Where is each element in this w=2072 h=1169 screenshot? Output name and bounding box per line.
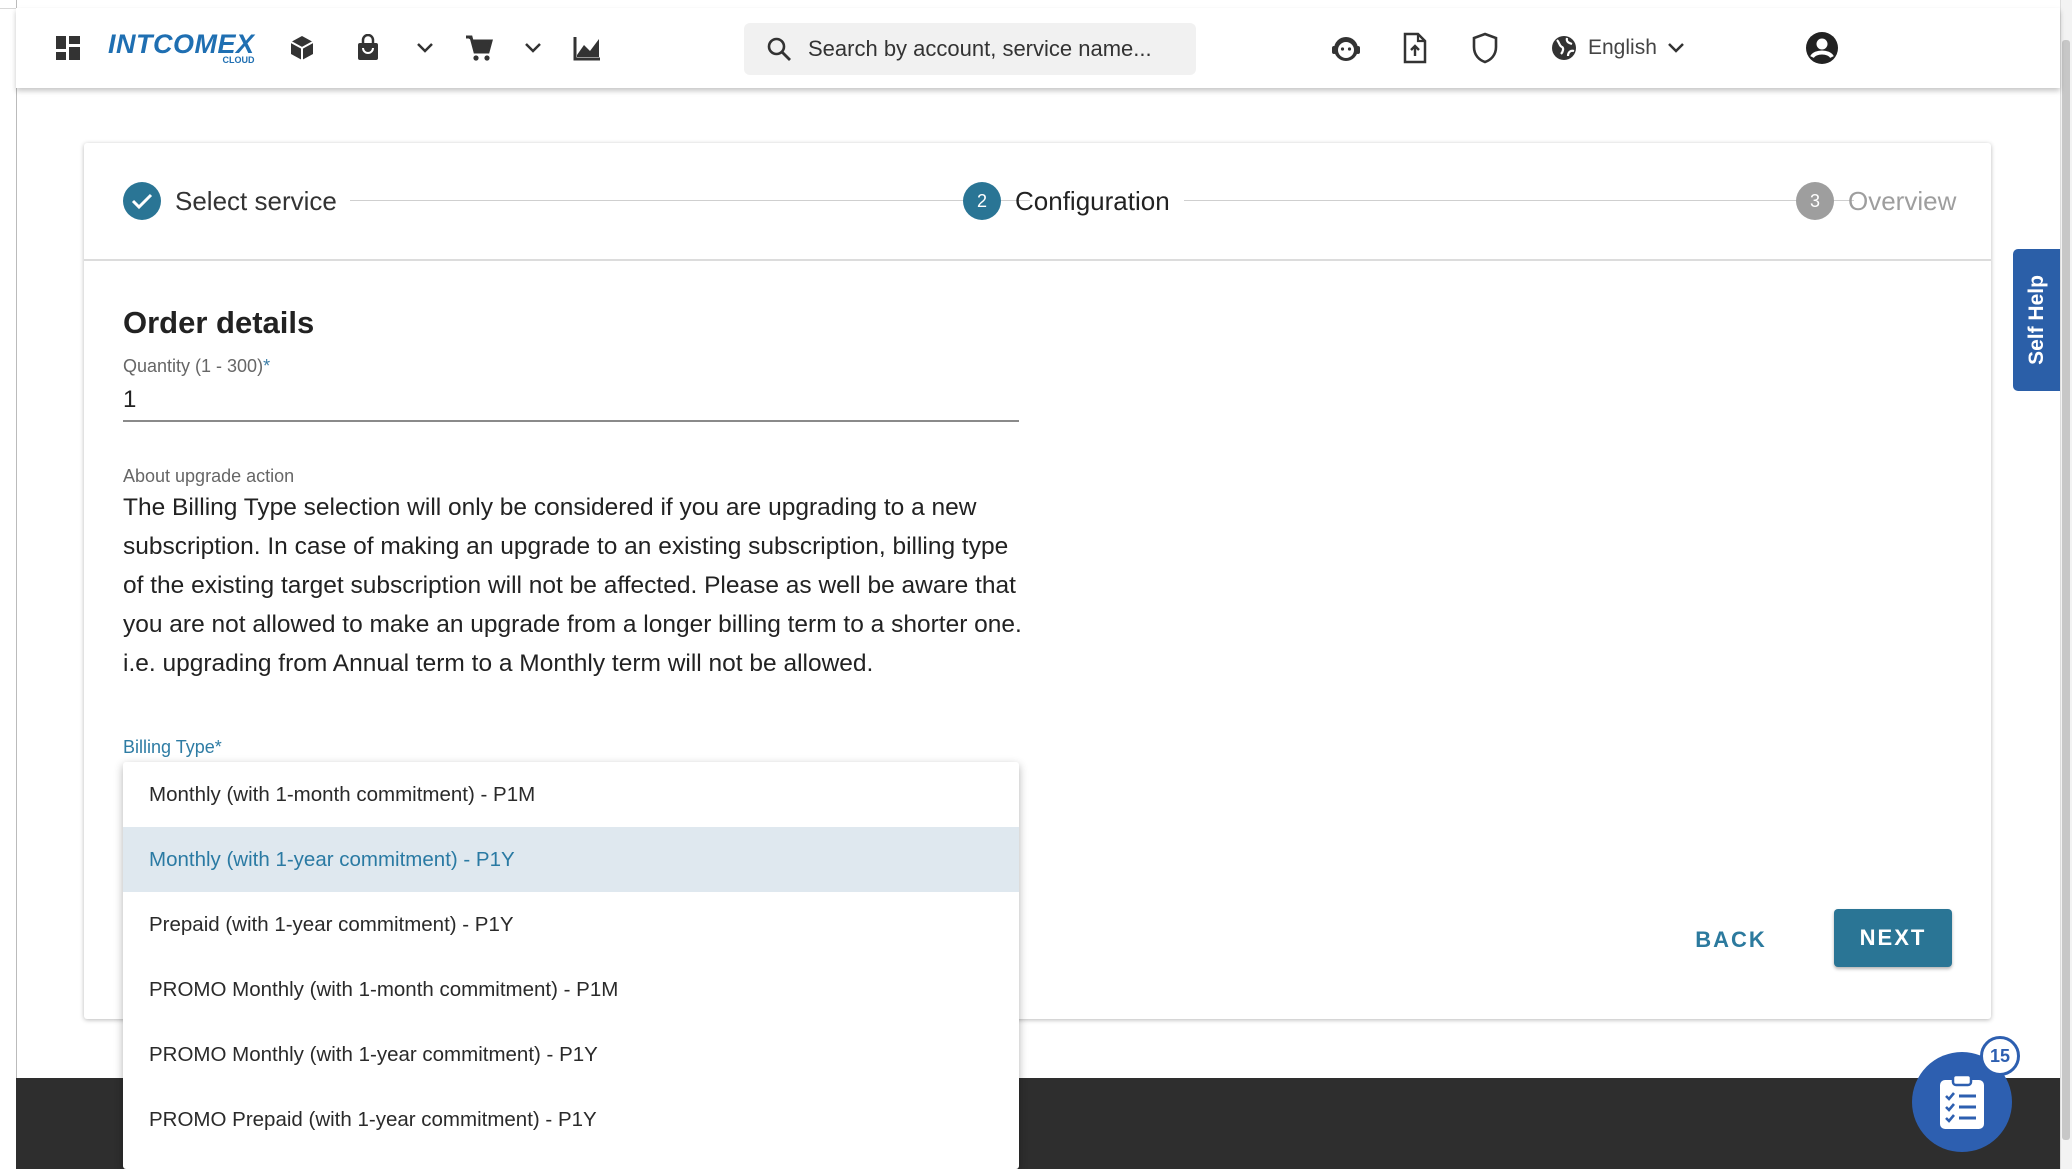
- billing-option-selected[interactable]: Monthly (with 1-year commitment) - P1Y: [123, 827, 1019, 892]
- search-input[interactable]: Search by account, service name...: [744, 23, 1196, 75]
- back-button[interactable]: BACK: [1666, 911, 1796, 969]
- step-configuration[interactable]: 2 Configuration: [963, 181, 1170, 221]
- quantity-label-text: Quantity (1 - 300): [123, 356, 264, 376]
- billing-option[interactable]: Prepaid (with 1-year commitment) - P1Y: [123, 892, 1019, 957]
- billing-option[interactable]: PROMO Prepaid (with 1-year commitment) -…: [123, 1087, 1019, 1152]
- search-placeholder: Search by account, service name...: [808, 36, 1152, 61]
- step-number: 2: [963, 182, 1001, 220]
- language-selector[interactable]: English: [1550, 8, 1685, 88]
- step-select-service[interactable]: Select service: [123, 181, 337, 221]
- required-mark: *: [263, 356, 271, 376]
- self-help-tab[interactable]: Self Help: [2013, 249, 2061, 391]
- globe-icon: [1552, 36, 1576, 60]
- self-help-label: Self Help: [2025, 275, 2049, 365]
- logo-text: INTCOMEX: [108, 29, 255, 59]
- language-label: English: [1588, 36, 1657, 59]
- quantity-label: Quantity (1 - 300)*: [123, 356, 270, 377]
- billing-type-label: Billing Type*: [123, 737, 222, 757]
- step-overview[interactable]: 3 Overview: [1796, 181, 1956, 221]
- account-circle-icon[interactable]: [1802, 8, 1842, 88]
- chart-icon[interactable]: [570, 8, 604, 88]
- check-icon: [123, 182, 161, 220]
- about-upgrade-label: About upgrade action: [123, 466, 295, 486]
- stepper: Select service 2 Configuration 3 Overvie…: [84, 143, 1991, 261]
- step-label: Select service: [175, 185, 337, 216]
- step-number: 3: [1796, 182, 1834, 220]
- apps-grid-icon[interactable]: [50, 8, 86, 88]
- intcomex-cloud-logo[interactable]: INTCOMEX CLOUD: [108, 30, 255, 70]
- top-nav-bar: INTCOMEX CLOUD Search by account, servic…: [16, 8, 2060, 88]
- billing-option[interactable]: PROMO Monthly (with 1-year commitment) -…: [123, 1022, 1019, 1087]
- billing-type-dropdown: Monthly (with 1-month commitment) - P1M …: [123, 762, 1019, 1169]
- box-icon[interactable]: [286, 8, 318, 88]
- step-label: Configuration: [1015, 185, 1170, 216]
- support-agent-icon[interactable]: [1327, 8, 1365, 88]
- chevron-down-icon[interactable]: [520, 8, 546, 88]
- cart-icon[interactable]: [462, 8, 496, 88]
- file-upload-icon[interactable]: [1398, 8, 1432, 88]
- search-icon: [767, 37, 791, 61]
- tasks-count-badge: 15: [1980, 1036, 2020, 1076]
- logo-subtext: CLOUD: [222, 55, 255, 65]
- quantity-field-underline: [123, 420, 1019, 422]
- chevron-down-icon[interactable]: [412, 8, 438, 88]
- section-title: Order details: [123, 305, 315, 340]
- clipboard-checklist-icon: [1940, 1073, 1984, 1129]
- next-button[interactable]: NEXT: [1834, 909, 1952, 967]
- about-upgrade-text: The Billing Type selection will only be …: [123, 494, 1022, 677]
- step-connector: [1184, 200, 1854, 201]
- step-connector: [350, 200, 1030, 201]
- shield-icon[interactable]: [1468, 8, 1502, 88]
- bag-icon[interactable]: [352, 8, 384, 88]
- billing-option[interactable]: Monthly (with 1-month commitment) - P1M: [123, 762, 1019, 827]
- step-label: Overview: [1848, 185, 1957, 216]
- quantity-field[interactable]: 1: [123, 386, 136, 414]
- scrollbar-thumb[interactable]: [2062, 40, 2070, 1140]
- billing-option[interactable]: PROMO Monthly (with 1-month commitment) …: [123, 957, 1019, 1022]
- chevron-down-icon: [1668, 43, 1684, 53]
